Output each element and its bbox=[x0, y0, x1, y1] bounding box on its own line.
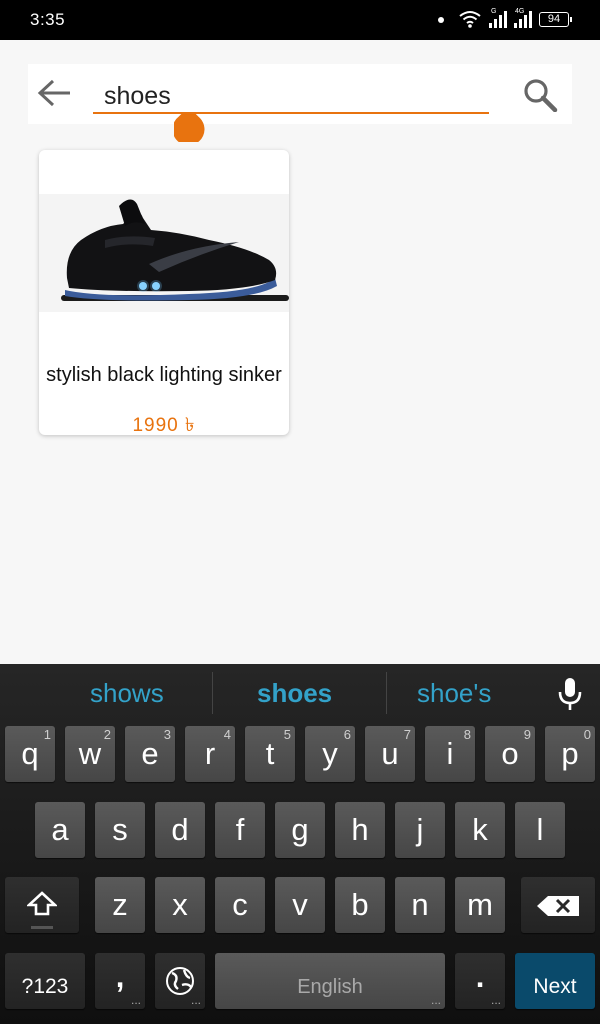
key-char: e bbox=[141, 736, 159, 771]
signal-icon bbox=[489, 11, 507, 28]
suggestion-bar: shows shoes shoe's bbox=[0, 664, 600, 722]
key-o[interactable]: 9o bbox=[485, 726, 535, 782]
delete-key[interactable] bbox=[521, 877, 595, 933]
back-arrow-icon[interactable] bbox=[36, 78, 72, 108]
key-d[interactable]: d bbox=[155, 802, 205, 858]
key-char: u bbox=[381, 736, 399, 771]
key-u[interactable]: 7u bbox=[365, 726, 415, 782]
key-char: ?123 bbox=[21, 975, 69, 998]
key-char: w bbox=[78, 736, 102, 771]
key-r[interactable]: 4r bbox=[185, 726, 235, 782]
key-char: s bbox=[112, 812, 128, 847]
key-char: k bbox=[472, 812, 488, 847]
key-n[interactable]: n bbox=[395, 877, 445, 933]
search-icon[interactable] bbox=[522, 78, 558, 112]
key-char: o bbox=[501, 736, 519, 771]
key-q[interactable]: 1q bbox=[5, 726, 55, 782]
suggestion-left[interactable]: shows bbox=[90, 678, 164, 709]
key-f[interactable]: f bbox=[215, 802, 265, 858]
next-key[interactable]: Next bbox=[515, 953, 595, 1009]
search-input[interactable] bbox=[104, 78, 484, 114]
signal-icon bbox=[514, 11, 532, 28]
key-h[interactable]: h bbox=[335, 802, 385, 858]
battery-indicator: 94 bbox=[539, 12, 572, 27]
key-char: v bbox=[292, 887, 308, 922]
key-char: r bbox=[204, 736, 216, 771]
key-i[interactable]: 8i bbox=[425, 726, 475, 782]
backspace-icon bbox=[537, 896, 579, 916]
more-dots: ... bbox=[430, 993, 441, 1007]
key-char: j bbox=[416, 812, 424, 847]
key-char: b bbox=[351, 887, 369, 922]
key-e[interactable]: 3e bbox=[125, 726, 175, 782]
suggestion-divider bbox=[386, 672, 387, 714]
key-j[interactable]: j bbox=[395, 802, 445, 858]
search-input-underline bbox=[93, 112, 489, 114]
key-char: Next bbox=[533, 975, 577, 998]
key-char: d bbox=[171, 812, 189, 847]
key-y[interactable]: 6y bbox=[305, 726, 355, 782]
shift-icon bbox=[27, 891, 57, 916]
language-key[interactable]: ... bbox=[155, 953, 205, 1009]
key-char: l bbox=[536, 812, 544, 847]
key-m[interactable]: m bbox=[455, 877, 505, 933]
suggestion-divider bbox=[212, 672, 213, 714]
key-v[interactable]: v bbox=[275, 877, 325, 933]
notification-dot-icon bbox=[438, 17, 444, 23]
key-char: , bbox=[115, 959, 125, 994]
space-key-label: English bbox=[297, 976, 363, 998]
key-char: i bbox=[446, 736, 454, 771]
key-b[interactable]: b bbox=[335, 877, 385, 933]
key-t[interactable]: 5t bbox=[245, 726, 295, 782]
soft-keyboard: shows shoes shoe's 1q 2w 3e 4r 5t 6y 7u … bbox=[0, 664, 600, 1024]
key-x[interactable]: x bbox=[155, 877, 205, 933]
product-price: 1990 ৳ bbox=[132, 415, 196, 435]
shift-indicator bbox=[31, 926, 53, 929]
key-char: c bbox=[232, 887, 248, 922]
key-a[interactable]: a bbox=[35, 802, 85, 858]
key-z[interactable]: z bbox=[95, 877, 145, 933]
more-dots: ... bbox=[190, 993, 201, 1007]
more-dots: ... bbox=[130, 993, 141, 1007]
key-char: y bbox=[322, 736, 338, 771]
key-char: f bbox=[235, 812, 245, 847]
product-card[interactable]: stylish black lighting sinker 1990 ৳ bbox=[39, 150, 289, 435]
key-char: q bbox=[21, 736, 39, 771]
shift-key[interactable] bbox=[5, 877, 79, 933]
status-time: 3:35 bbox=[30, 10, 66, 29]
key-char: p bbox=[561, 736, 579, 771]
text-cursor-handle[interactable] bbox=[174, 114, 206, 142]
key-s[interactable]: s bbox=[95, 802, 145, 858]
space-key[interactable]: English ... bbox=[215, 953, 445, 1009]
key-char: a bbox=[51, 812, 69, 847]
suggestion-center[interactable]: shoes bbox=[257, 678, 332, 709]
microphone-icon[interactable] bbox=[555, 677, 585, 711]
key-char: n bbox=[411, 887, 429, 922]
search-bar bbox=[28, 64, 572, 142]
key-char: h bbox=[351, 812, 369, 847]
key-char: . bbox=[475, 959, 485, 994]
comma-key[interactable]: , ... bbox=[95, 953, 145, 1009]
key-char: m bbox=[467, 887, 493, 922]
product-name: stylish black lighting sinker bbox=[46, 364, 282, 386]
key-l[interactable]: l bbox=[515, 802, 565, 858]
key-w[interactable]: 2w bbox=[65, 726, 115, 782]
key-c[interactable]: c bbox=[215, 877, 265, 933]
key-char: z bbox=[112, 887, 128, 922]
key-g[interactable]: g bbox=[275, 802, 325, 858]
more-dots: ... bbox=[490, 993, 501, 1007]
suggestion-right[interactable]: shoe's bbox=[417, 678, 491, 709]
period-key[interactable]: . ... bbox=[455, 953, 505, 1009]
wifi-icon bbox=[459, 11, 481, 28]
status-bar: 3:35 G 4G 94 bbox=[0, 0, 600, 40]
key-char: x bbox=[172, 887, 188, 922]
product-image bbox=[39, 194, 289, 312]
key-char: t bbox=[265, 736, 275, 771]
key-k[interactable]: k bbox=[455, 802, 505, 858]
key-p[interactable]: 0p bbox=[545, 726, 595, 782]
key-char: g bbox=[291, 812, 309, 847]
symbols-key[interactable]: ?123 bbox=[5, 953, 85, 1009]
